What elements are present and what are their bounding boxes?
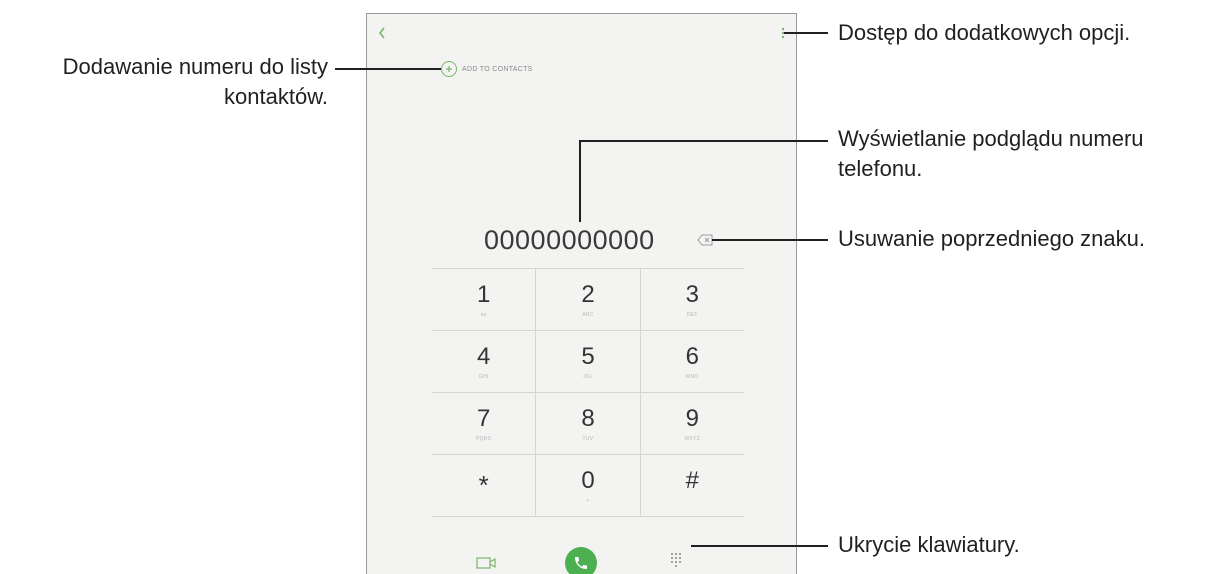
key-hash[interactable]: # bbox=[639, 455, 744, 516]
callout-line-hide-keypad bbox=[691, 545, 828, 547]
key-3[interactable]: 3 DEF bbox=[639, 269, 744, 330]
keypad-row: 4 GHI 5 JKL 6 MNO bbox=[432, 331, 744, 393]
key-2[interactable]: 2 ABC bbox=[535, 269, 639, 330]
key-0[interactable]: 0 + bbox=[535, 455, 639, 516]
key-digit: 4 bbox=[476, 342, 491, 370]
key-digit: 3 bbox=[685, 280, 699, 308]
key-5[interactable]: 5 JKL bbox=[535, 331, 639, 392]
key-star[interactable]: * bbox=[432, 455, 535, 516]
keypad-row: 1 oo 2 ABC 3 DEF bbox=[432, 269, 744, 331]
phone-screen: ADD TO CONTACTS 00000000000 1 oo 2 ABC 3 DE… bbox=[366, 13, 797, 574]
key-6[interactable]: 6 MNO bbox=[639, 331, 744, 392]
key-digit: 0 bbox=[581, 466, 595, 494]
call-button[interactable] bbox=[565, 547, 597, 574]
key-digit: 7 bbox=[476, 404, 491, 432]
key-letters: PQRS bbox=[475, 435, 492, 442]
plus-icon bbox=[441, 61, 457, 77]
key-digit: 6 bbox=[685, 342, 699, 370]
phone-handset-icon bbox=[575, 557, 587, 569]
keypad-row: 7 PQRS 8 TUV 9 WXYZ bbox=[432, 393, 744, 455]
add-to-contacts-button[interactable]: ADD TO CONTACTS bbox=[441, 59, 533, 79]
key-digit: 2 bbox=[581, 280, 595, 308]
callout-preview: Wyświetlanie podglądu numeru telefonu. bbox=[838, 124, 1144, 184]
callout-preview-line1: Wyświetlanie podglądu numeru bbox=[838, 126, 1144, 151]
key-letters: MNO bbox=[686, 373, 699, 380]
key-digit: 9 bbox=[685, 404, 699, 432]
key-digit: 5 bbox=[581, 342, 595, 370]
keypad-row: * 0 + # bbox=[432, 455, 744, 517]
key-letters: + bbox=[586, 497, 590, 504]
key-7[interactable]: 7 PQRS bbox=[432, 393, 535, 454]
key-4[interactable]: 4 GHI bbox=[432, 331, 535, 392]
callout-line-add-contact bbox=[335, 68, 441, 70]
callout-line-delete bbox=[712, 239, 828, 241]
key-8[interactable]: 8 TUV bbox=[535, 393, 639, 454]
back-button[interactable] bbox=[373, 22, 391, 44]
key-letters: oo bbox=[480, 311, 487, 318]
key-letters: DEF bbox=[686, 311, 698, 318]
callout-line-more-options bbox=[784, 32, 828, 34]
key-digit: 1 bbox=[476, 280, 491, 308]
key-1[interactable]: 1 oo bbox=[432, 269, 535, 330]
key-letters: GHI bbox=[478, 373, 489, 380]
hide-keypad-icon[interactable] bbox=[669, 552, 683, 570]
callout-line-preview-vertical bbox=[579, 140, 581, 222]
key-letters: WXYZ bbox=[684, 435, 701, 442]
key-letters: TUV bbox=[582, 435, 594, 442]
callout-more-options: Dostęp do dodatkowych opcji. bbox=[838, 20, 1131, 45]
callout-add-contact-line2: kontaktów. bbox=[224, 84, 328, 109]
callout-hide-keypad: Ukrycie klawiatury. bbox=[838, 532, 1020, 557]
key-letters: ABC bbox=[582, 311, 594, 318]
add-to-contacts-label: ADD TO CONTACTS bbox=[462, 65, 533, 73]
key-digit: * bbox=[478, 469, 489, 500]
phone-number-display: 00000000000 bbox=[484, 225, 655, 255]
key-digit: 8 bbox=[581, 404, 595, 432]
backspace-icon[interactable] bbox=[697, 234, 713, 246]
callout-line-preview-horizontal bbox=[579, 140, 828, 142]
callout-add-contact-line1: Dodawanie numeru do listy bbox=[62, 54, 328, 79]
key-digit: # bbox=[685, 466, 699, 494]
back-arrow-icon bbox=[378, 27, 385, 39]
keypad: 1 oo 2 ABC 3 DEF 4 GHI 5 JKL 6 MNO 7 PQRS 8 TUV … bbox=[432, 268, 744, 517]
callout-preview-line2: telefonu. bbox=[838, 156, 923, 181]
key-letters: JKL bbox=[583, 373, 593, 380]
callout-add-contact: Dodawanie numeru do listy kontaktów. bbox=[10, 52, 328, 112]
video-call-icon[interactable] bbox=[476, 556, 496, 570]
callout-delete-char: Usuwanie poprzedniego znaku. bbox=[838, 226, 1145, 251]
key-9[interactable]: 9 WXYZ bbox=[639, 393, 744, 454]
